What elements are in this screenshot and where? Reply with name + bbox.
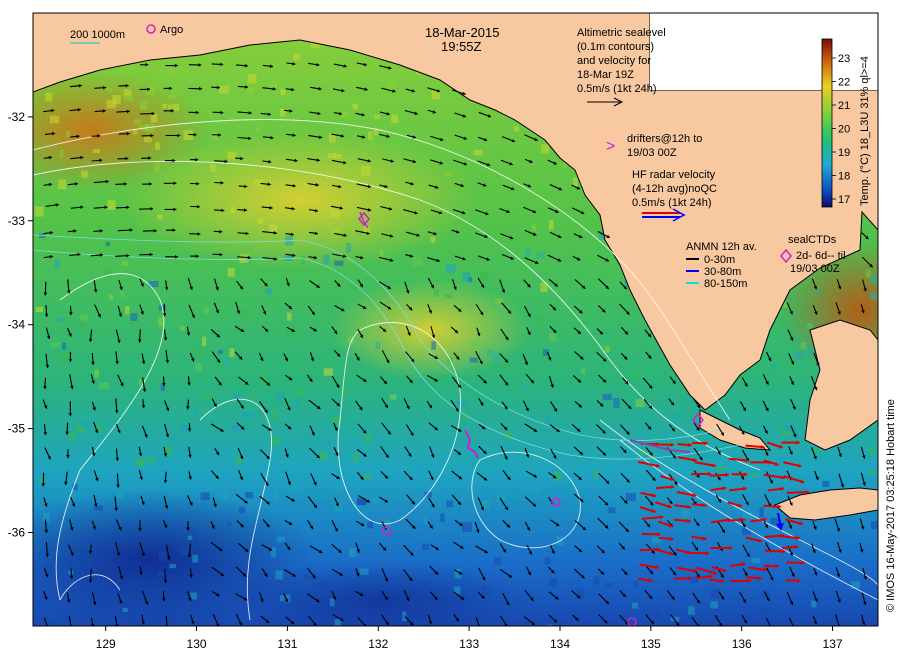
drifter-legend-icon: >: [606, 138, 615, 155]
hf-radar-legend-line-3: 0.5m/s (1kt 24h): [632, 197, 711, 209]
lat-tick-label: -32: [8, 110, 26, 124]
sst-colorbar: [821, 38, 833, 208]
lon-tick-label: 131: [277, 637, 297, 651]
anmn-legend-label: 30-80m: [704, 266, 741, 278]
longitude-axis: 129 130 131 132 133 134 135 136 137: [96, 626, 843, 651]
colorbar-tick-label: 22: [838, 77, 850, 89]
lon-tick-label: 136: [732, 637, 752, 651]
colorbar-tick-label: 23: [838, 53, 850, 65]
warm-sst-band: [120, 130, 480, 270]
anmn-legend-label: 80-150m: [704, 278, 747, 290]
altimetry-legend-line-4: 18-Mar 19Z: [577, 69, 634, 81]
lat-tick-label: -36: [8, 525, 26, 539]
sst-current-map: 129 130 131 132 133 134 135 136 137 -32 -33 -34 -35…: [8, 12, 897, 651]
map-date: 18-Mar-2015: [425, 25, 499, 40]
isobath-legend-label: 200 1000m: [70, 29, 125, 41]
lon-tick-label: 134: [550, 637, 570, 651]
colorbar-label: Temp. (°C) 18_L3U 31% ql>=4: [859, 56, 871, 206]
drifters-legend-line-2: 19/03 00Z: [627, 147, 677, 159]
latitude-axis: -32 -33 -34 -35 -36: [8, 110, 33, 539]
lon-tick-label: 129: [96, 637, 116, 651]
sealctd-legend-line-2: 2d- 6d-- til: [796, 250, 846, 262]
colorbar-tick-label: 17: [838, 194, 850, 206]
colorbar-tick-label: 21: [838, 100, 850, 112]
map-plot-area: [33, 13, 878, 626]
colorbar-tick-label: 18: [838, 171, 850, 183]
lon-tick-label: 135: [641, 637, 661, 651]
lon-tick-label: 130: [187, 637, 207, 651]
colorbar-tick-label: 20: [838, 124, 850, 136]
altimetry-legend-line-5: 0.5m/s (1kt 24h): [577, 83, 656, 95]
anmn-legend-label: 0-30m: [704, 254, 735, 266]
sealctd-legend-line-1: sealCTDs: [788, 234, 837, 246]
anmn-legend-title: ANMN 12h av.: [686, 241, 757, 253]
altimetry-legend-line-1: Altimetric sealevel: [577, 27, 666, 39]
sealctd-legend-line-3: 19/03 00Z: [790, 263, 840, 275]
lon-tick-label: 137: [823, 637, 843, 651]
lon-tick-label: 132: [368, 637, 388, 651]
map-time: 19:55Z: [441, 39, 482, 54]
lon-tick-label: 133: [459, 637, 479, 651]
colorbar-tick-label: 19: [838, 147, 850, 159]
drifters-legend-line-1: drifters@12h to: [627, 133, 702, 145]
cold-sst-patch-south: [230, 560, 530, 626]
hf-radar-legend-line-1: HF radar velocity: [632, 169, 716, 181]
lat-tick-label: -34: [8, 318, 26, 332]
lat-tick-label: -33: [8, 214, 26, 228]
altimetry-legend-line-2: (0.1m contours): [577, 41, 654, 53]
lat-tick-label: -35: [8, 422, 26, 436]
credit-text: © IMOS 16-May-2017 03:25:18 Hobart time: [885, 399, 897, 612]
hf-radar-legend-line-2: (4-12h avg)noQC: [632, 183, 717, 195]
argo-legend-label: Argo: [160, 24, 183, 36]
altimetry-legend-line-3: and velocity for: [577, 55, 651, 67]
